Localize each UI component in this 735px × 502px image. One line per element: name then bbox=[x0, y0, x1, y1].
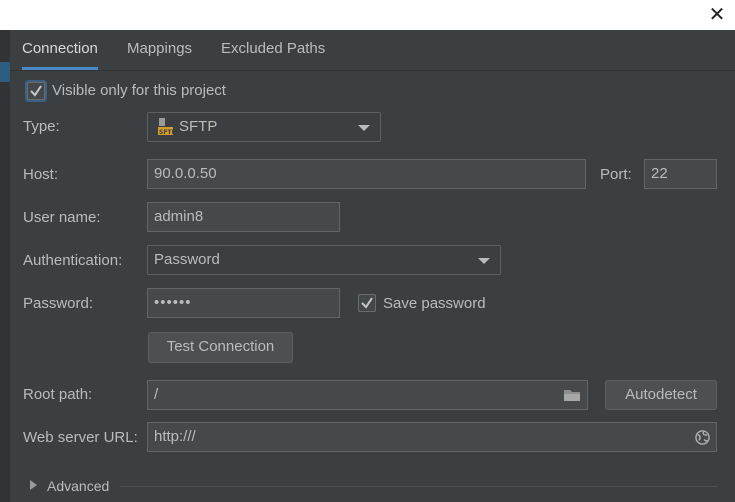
chevron-down-icon bbox=[358, 125, 370, 131]
checkmark-icon bbox=[361, 297, 373, 309]
root-path-value: / bbox=[154, 386, 159, 403]
tab-connection[interactable]: Connection bbox=[22, 30, 98, 70]
globe-icon[interactable] bbox=[695, 430, 710, 445]
left-panel-selection bbox=[0, 62, 10, 82]
authentication-value: Password bbox=[154, 251, 220, 268]
type-value: SFTP bbox=[179, 118, 218, 135]
password-input[interactable]: •••••• bbox=[147, 288, 340, 318]
type-label: Type: bbox=[23, 118, 60, 135]
chevron-down-icon bbox=[478, 258, 490, 264]
svg-text:SFTP: SFTP bbox=[159, 129, 174, 136]
chevron-right-icon[interactable] bbox=[30, 480, 37, 490]
close-icon[interactable]: ✕ bbox=[707, 5, 727, 25]
test-connection-button[interactable]: Test Connection bbox=[148, 332, 293, 363]
sftp-icon: SFTP bbox=[158, 118, 174, 136]
visible-only-checkbox[interactable] bbox=[27, 82, 45, 100]
username-label: User name: bbox=[23, 209, 101, 226]
type-combo[interactable]: SFTP SFTP bbox=[147, 112, 381, 142]
port-input[interactable]: 22 bbox=[644, 159, 717, 189]
web-server-url-label: Web server URL: bbox=[23, 429, 138, 446]
advanced-toggle[interactable]: Advanced bbox=[47, 476, 109, 496]
host-input[interactable]: 90.0.0.50 bbox=[147, 159, 586, 189]
title-bar: ✕ bbox=[0, 0, 735, 30]
root-path-label: Root path: bbox=[23, 386, 93, 403]
checkmark-icon bbox=[30, 85, 42, 97]
password-label: Password: bbox=[23, 295, 94, 312]
web-server-url-value: http:/// bbox=[154, 428, 196, 445]
save-password-label: Save password bbox=[383, 295, 486, 312]
root-path-input[interactable]: / bbox=[147, 380, 588, 410]
tab-bar: Connection Mappings Excluded Paths bbox=[10, 30, 735, 71]
web-server-url-input[interactable]: http:/// bbox=[147, 422, 717, 452]
tab-excluded-paths[interactable]: Excluded Paths bbox=[221, 30, 325, 69]
host-label: Host: bbox=[23, 166, 59, 183]
username-input[interactable]: admin8 bbox=[147, 202, 340, 232]
folder-icon[interactable] bbox=[563, 387, 581, 403]
autodetect-button[interactable]: Autodetect bbox=[605, 380, 717, 410]
port-label: Port: bbox=[600, 166, 632, 183]
authentication-combo[interactable]: Password bbox=[147, 245, 501, 275]
visible-only-label: Visible only for this project bbox=[52, 82, 226, 99]
advanced-divider bbox=[120, 486, 717, 487]
authentication-label: Authentication: bbox=[23, 252, 123, 269]
save-password-checkbox[interactable] bbox=[358, 294, 376, 312]
left-panel-strip bbox=[0, 30, 10, 502]
tab-mappings[interactable]: Mappings bbox=[127, 30, 192, 69]
